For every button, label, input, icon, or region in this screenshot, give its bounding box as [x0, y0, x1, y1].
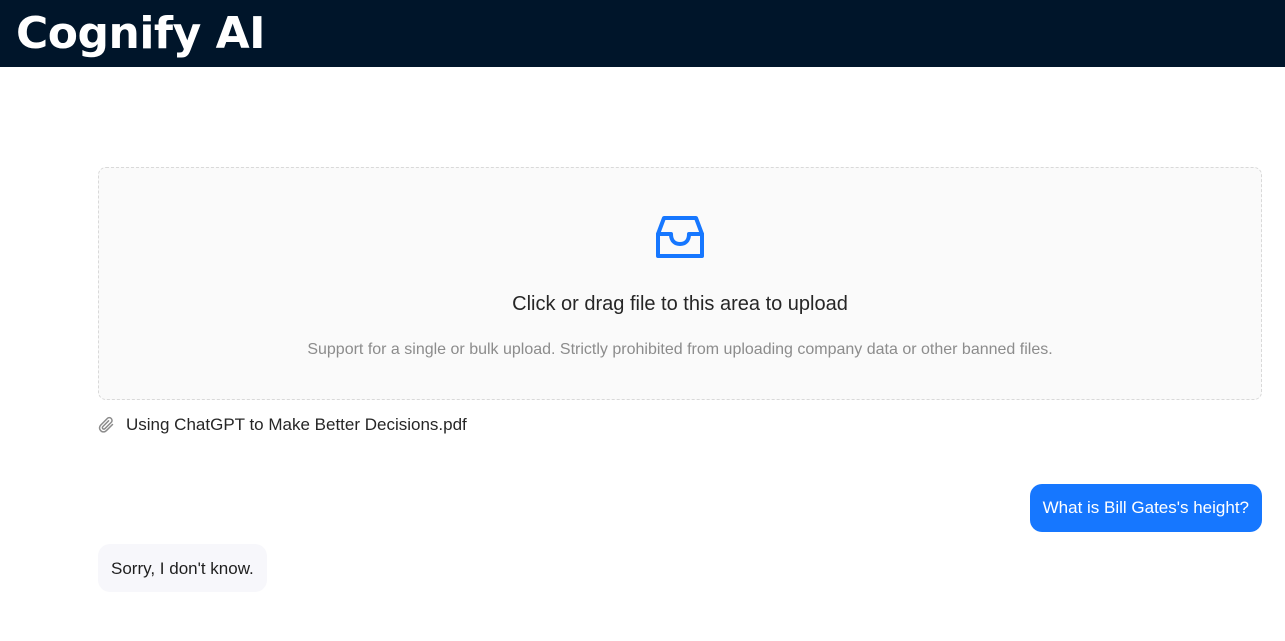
app-header: Cognify AI	[0, 0, 1285, 67]
uploaded-file-item[interactable]: Using ChatGPT to Make Better Decisions.p…	[98, 412, 467, 438]
paperclip-icon	[98, 416, 114, 433]
user-message: What is Bill Gates's height?	[1029, 484, 1262, 532]
upload-instruction: Click or drag file to this area to uploa…	[512, 293, 848, 315]
app-title: Cognify AI	[16, 8, 266, 59]
upload-hint: Support for a single or bulk upload. Str…	[307, 341, 1053, 358]
assistant-message: Sorry, I don't know.	[98, 544, 267, 592]
inbox-icon	[656, 216, 704, 258]
file-upload-dropzone[interactable]: Click or drag file to this area to uploa…	[98, 167, 1262, 400]
uploaded-file-name: Using ChatGPT to Make Better Decisions.p…	[126, 415, 467, 434]
